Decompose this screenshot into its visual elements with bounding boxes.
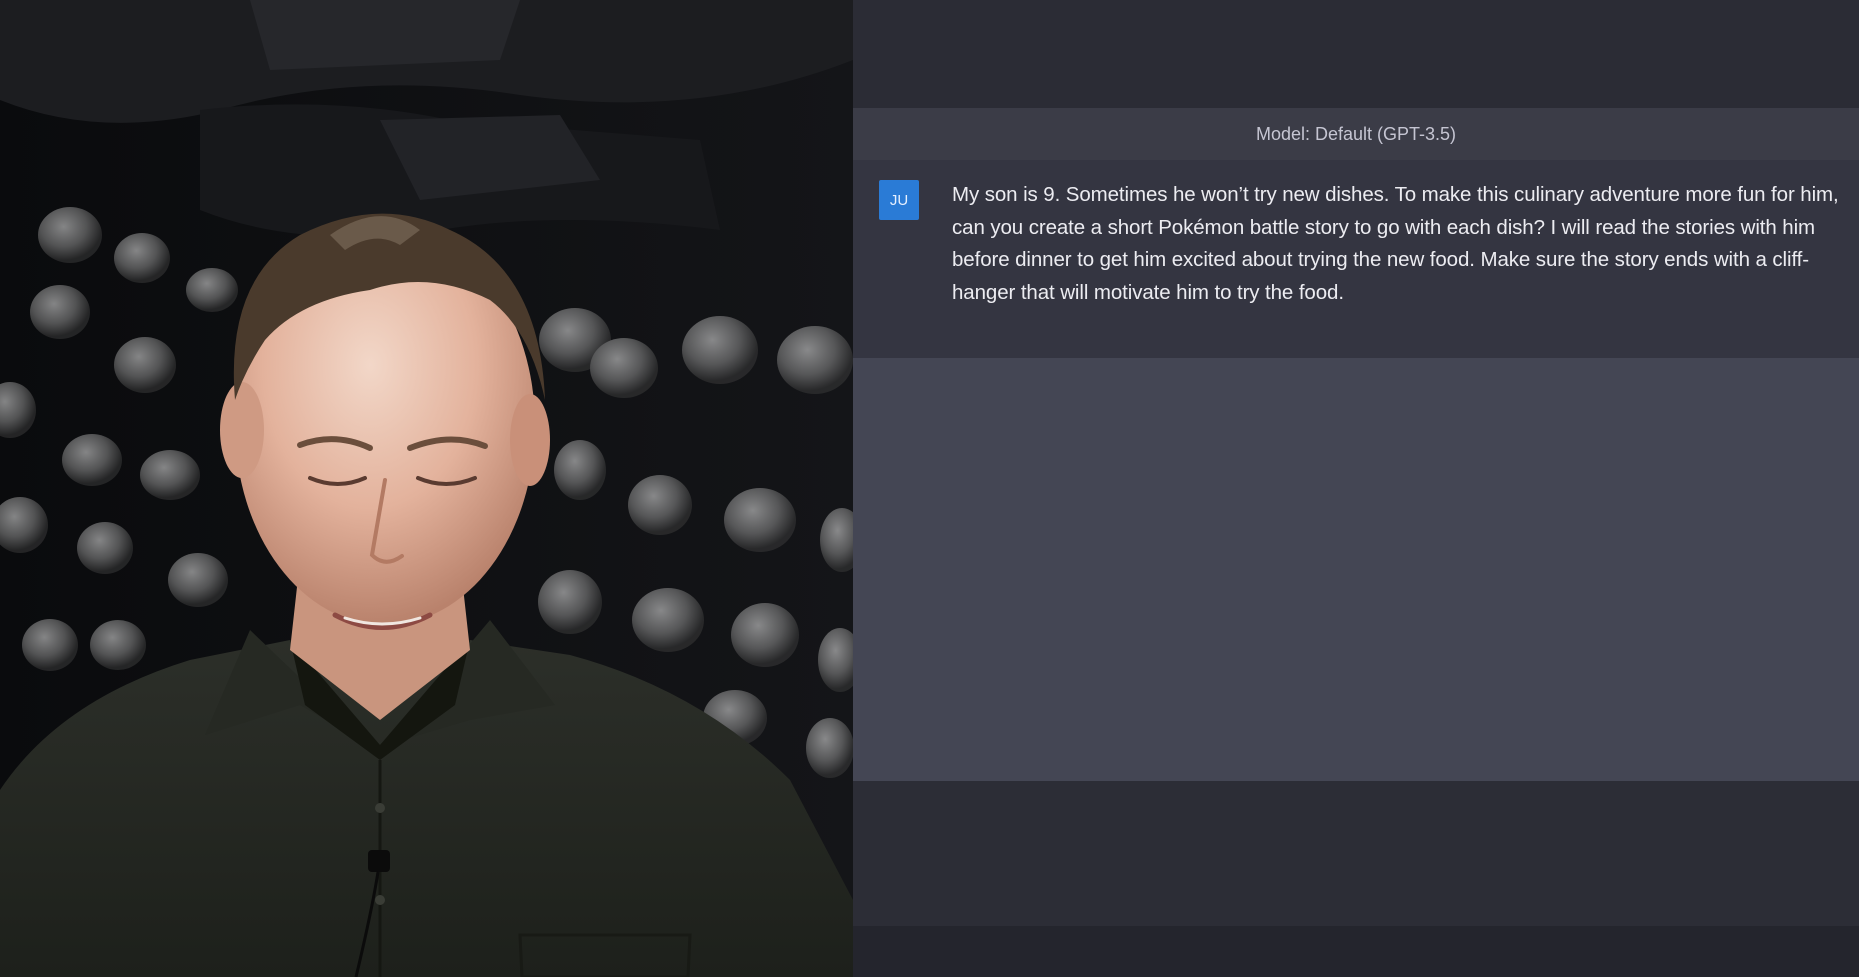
model-label: Model: Default (GPT-3.5) <box>1255 123 1457 144</box>
user-avatar-initials: JU <box>889 191 909 209</box>
screen: Model: Default (GPT-3.5) JU My son is 9.… <box>0 0 1859 977</box>
presenter-video-image <box>0 0 853 977</box>
chat-footer <box>853 926 1859 977</box>
webcam-video-feed <box>0 0 853 977</box>
user-avatar: JU <box>879 180 919 220</box>
assistant-response-area <box>853 358 1859 781</box>
chat-panel: Model: Default (GPT-3.5) JU My son is 9.… <box>853 0 1859 977</box>
chat-top-area <box>853 0 1859 108</box>
user-message: JU My son is 9. Sometimes he won’t try n… <box>853 160 1859 359</box>
user-message-text: My son is 9. Sometimes he won’t try new … <box>952 183 1839 304</box>
model-indicator: Model: Default (GPT-3.5) <box>853 108 1859 161</box>
chat-bottom-area <box>853 781 1859 926</box>
